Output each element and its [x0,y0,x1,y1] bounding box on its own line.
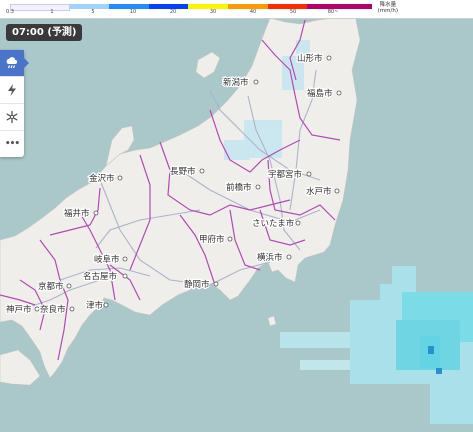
city-name: 金沢市 [89,173,115,184]
city-name: 津市 [86,300,104,311]
precipitation-legend: 0.3 1 5 10 20 30 40 50 80~ 降水量 (mm/h) [0,0,473,19]
snowflake-icon [6,110,18,124]
legend-tick: 10 [129,9,137,15]
city-name: 前橋市 [226,182,252,193]
city-name: さいたま市 [252,218,295,229]
legend-tick: 40 [249,9,257,15]
more-icon: ••• [4,139,20,149]
city-name: 静岡市 [184,279,210,290]
legend-tick: 20 [169,9,177,15]
layer-toolbar: ••• [0,50,29,157]
city-name: 水戸市 [306,186,332,197]
legend-swatch-5 [227,4,268,9]
city-name: 岐阜市 [94,254,120,265]
legend-tick: 30 [209,9,217,15]
city-name: 宇都宮市 [268,169,303,180]
legend-tick: 1 [50,9,54,15]
legend-color-scale [10,4,372,11]
snow-layer-button[interactable] [0,104,24,131]
rain-cloud-icon [6,57,18,69]
more-options-button[interactable]: ••• [0,131,24,157]
city-name: 山形市 [297,53,323,64]
city-name: 長野市 [170,166,196,177]
city-name: 神戸市 [6,304,32,315]
city-name: 京都市 [38,281,64,292]
legend-swatch-0 [10,4,70,11]
legend-tick: 5 [91,9,95,15]
city-name: 名古屋市 [83,271,118,282]
city-name: 福島市 [307,88,333,99]
legend-swatch-3 [148,4,189,9]
city-name: 新潟市 [223,77,249,88]
city-name: 奈良市 [40,304,66,315]
city-name: 甲府市 [199,234,225,245]
lightning-layer-button[interactable] [0,77,24,104]
legend-unit: 降水量 (mm/h) [378,2,398,14]
legend-tick: 50 [289,9,297,15]
precipitation-map[interactable]: 山形市 新潟市 福島市 金沢市 長野市 宇都宮市 前橋市 水戸市 福井市 さいた… [0,0,473,432]
city-label-saitama[interactable]: さいたま市 [251,217,301,230]
lightning-icon [8,84,16,96]
forecast-time-badge[interactable]: 07:00 (予測) [6,24,83,41]
legend-swatch-6 [267,4,308,9]
legend-tick: 0.3 [6,9,14,15]
legend-tick: 80~ [327,9,339,15]
city-name: 福井市 [64,208,90,219]
city-name: 横浜市 [257,252,283,263]
legend-swatch-1 [69,4,110,9]
legend-swatch-4 [188,4,228,9]
legend-unit-mmh: (mm/h) [377,8,398,14]
legend-swatch-7 [307,4,372,9]
rain-layer-button[interactable] [0,50,29,77]
